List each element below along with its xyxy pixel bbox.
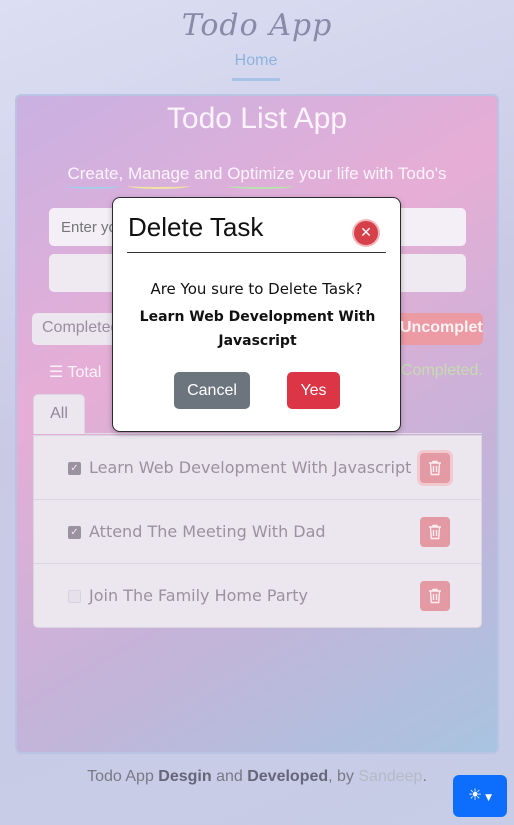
- delete-task-button[interactable]: [420, 453, 450, 483]
- task-text: Join The Family Home Party: [89, 586, 308, 605]
- modal-title: Delete Task: [128, 212, 264, 242]
- modal-divider: [127, 252, 386, 253]
- footer: Todo App Desgin and Developed, by Sandee…: [0, 768, 514, 786]
- delete-task-button[interactable]: [420, 581, 450, 611]
- tagline-optimize: Optimize: [227, 164, 295, 183]
- modal-task-name: Learn Web Development With Javascript: [139, 309, 376, 349]
- trash-icon: [429, 588, 441, 604]
- tab-all[interactable]: All: [33, 394, 85, 434]
- caret-down-icon: ▼: [482, 793, 493, 803]
- trash-icon: [429, 524, 441, 540]
- stats-total: ☰ Total: [49, 362, 101, 382]
- task-list: ✓ Learn Web Development With Javascript …: [33, 435, 482, 628]
- theme-toggle-button[interactable]: ☀ ▼: [453, 775, 507, 817]
- trash-icon: [429, 460, 441, 476]
- tagline-sep-2: and: [189, 164, 228, 183]
- footer-author-link[interactable]: Sandeep: [358, 768, 422, 785]
- tagline-manage: Manage: [127, 164, 190, 183]
- task-checkbox[interactable]: ✓: [68, 462, 81, 475]
- tagline: Create, Manage and Optimize your life wi…: [17, 164, 497, 184]
- tab-divider: [85, 433, 482, 434]
- task-checkbox[interactable]: ✓: [68, 526, 81, 539]
- filter-uncompleted-button[interactable]: Uncompleted: [392, 313, 483, 345]
- task-text: Attend The Meeting With Dad: [89, 522, 326, 541]
- footer-and: and: [211, 768, 248, 785]
- task-row: Join The Family Home Party: [34, 564, 481, 628]
- task-checkbox[interactable]: [68, 590, 81, 603]
- cancel-button[interactable]: Cancel: [174, 372, 250, 409]
- tagline-create: Create: [67, 164, 119, 183]
- tagline-sep-1: ,: [118, 164, 128, 183]
- tagline-rest: your life with Todo's: [294, 164, 447, 183]
- page-title: Todo List App: [166, 102, 348, 135]
- footer-by: , by: [328, 768, 359, 785]
- task-text: Learn Web Development With Javascript: [89, 458, 412, 477]
- footer-end: .: [422, 768, 427, 785]
- task-row: ✓ Attend The Meeting With Dad: [34, 500, 481, 564]
- footer-developed: Developed: [247, 768, 329, 785]
- stats-completed: Completed.: [401, 362, 483, 379]
- app-logo: Todo App: [181, 8, 333, 43]
- footer-prefix: Todo App: [87, 768, 159, 785]
- filter-completed-button[interactable]: Completed: [32, 313, 122, 345]
- close-icon[interactable]: ✕: [354, 221, 378, 245]
- task-row: ✓ Learn Web Development With Javascript: [34, 436, 481, 500]
- sun-icon: ☀: [467, 785, 483, 804]
- footer-design: Desgin: [158, 768, 212, 785]
- delete-task-button[interactable]: [420, 517, 450, 547]
- stats-total-label: Total: [67, 364, 102, 381]
- nav-home-link[interactable]: Home: [232, 52, 280, 81]
- delete-task-modal: Delete Task ✕ Are You sure to Delete Tas…: [112, 197, 401, 432]
- confirm-delete-button[interactable]: Yes: [287, 372, 340, 409]
- list-check-icon: ☰: [49, 364, 64, 381]
- modal-question: Are You sure to Delete Task?: [150, 280, 363, 298]
